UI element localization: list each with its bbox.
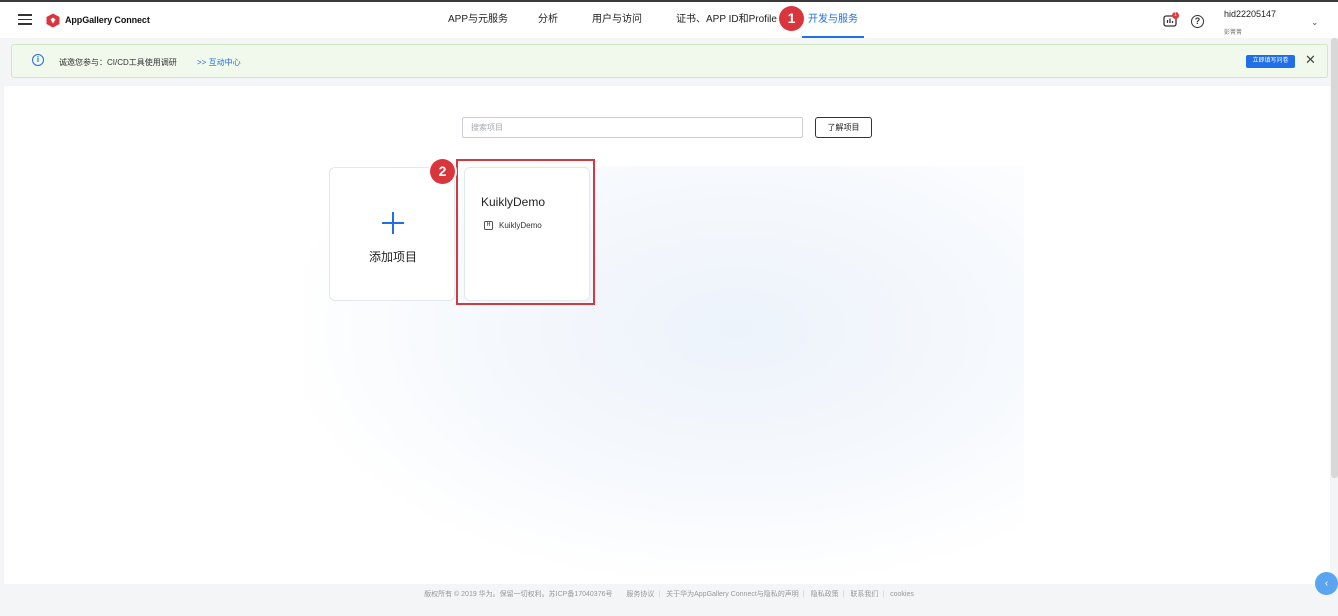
add-project-card[interactable]: 添加项目 — [329, 167, 455, 301]
learn-project-button[interactable]: 了解项目 — [815, 117, 872, 138]
step-badge-1: 1 — [779, 6, 804, 31]
brand-name[interactable]: AppGallery Connect — [65, 15, 150, 25]
footer-link-contact[interactable]: 联系我们 — [850, 591, 878, 598]
nav-analytics[interactable]: 分析 — [538, 2, 558, 38]
nav-certificates[interactable]: 证书、APP ID和Profile — [676, 2, 777, 38]
notification-count-badge: 1 — [1172, 12, 1179, 19]
collapse-left-icon[interactable]: ‹ — [1315, 572, 1338, 595]
chevron-down-icon[interactable]: ⌄ — [1311, 17, 1319, 28]
nav-dev-services[interactable]: 开发与服务 — [802, 2, 864, 38]
copyright-text: 版权所有 © 2019 华为。保留一切权利。苏ICP备17040376号 — [424, 591, 613, 598]
user-subtitle: 彭菁菁 — [1224, 30, 1243, 36]
footer-link-terms[interactable]: 服务协议 — [626, 591, 654, 598]
banner-text: 诚邀您参与：CI/CD工具使用调研 — [59, 58, 177, 67]
nav-users-access[interactable]: 用户与访问 — [592, 2, 642, 38]
info-icon: i — [32, 54, 44, 66]
interaction-center-link[interactable]: >> 互动中心 — [197, 57, 241, 68]
top-bar: AppGallery Connect APP与元服务 分析 用户与访问 证书、A… — [0, 0, 1338, 38]
highlight-box — [456, 159, 595, 305]
scrollbar[interactable] — [1331, 38, 1338, 478]
search-input[interactable] — [462, 117, 803, 138]
step-badge-2: 2 — [430, 159, 455, 184]
main-content — [4, 86, 1330, 584]
footer-link-privacy-policy[interactable]: 隐私政策 — [811, 591, 839, 598]
user-id[interactable]: hid22205147 — [1224, 9, 1276, 19]
nav-app-services[interactable]: APP与元服务 — [448, 2, 508, 38]
menu-icon[interactable] — [18, 14, 32, 25]
help-icon[interactable]: ? — [1191, 15, 1204, 28]
footer: 版权所有 © 2019 华为。保留一切权利。苏ICP备17040376号 服务协… — [424, 591, 914, 598]
close-icon[interactable]: ✕ — [1305, 53, 1316, 67]
plus-icon — [382, 212, 404, 234]
huawei-logo-icon[interactable] — [46, 13, 60, 28]
footer-link-privacy-statement[interactable]: 关于华为AppGallery Connect与隐私的声明 — [666, 591, 799, 598]
footer-link-cookies[interactable]: cookies — [890, 591, 914, 598]
add-project-label: 添加项目 — [368, 250, 417, 264]
survey-banner: i 诚邀您参与：CI/CD工具使用调研 >> 互动中心 立即填写问卷 ✕ — [11, 44, 1328, 78]
fill-survey-button[interactable]: 立即填写问卷 — [1246, 55, 1295, 68]
